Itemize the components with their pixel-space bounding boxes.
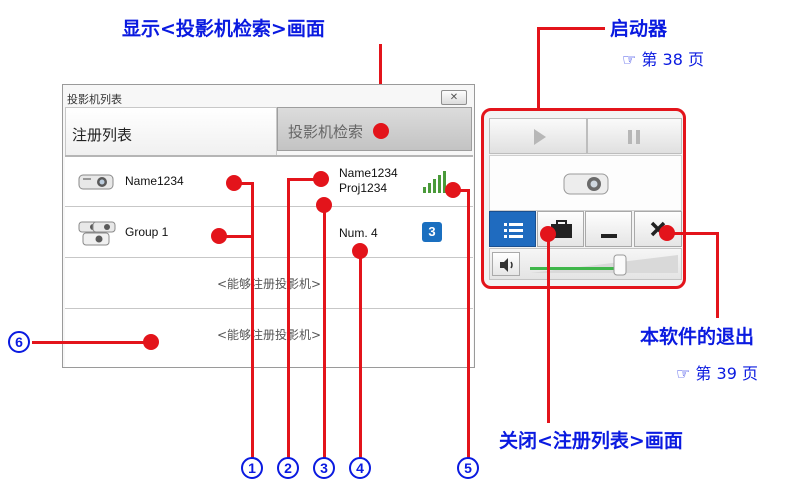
minimize-button[interactable] [585, 211, 632, 247]
play-icon [534, 129, 546, 145]
projector-id: Proj1234 [339, 181, 388, 195]
projector-icon [78, 174, 114, 190]
callout-4: 4 [349, 457, 371, 479]
callout-5: 5 [457, 457, 479, 479]
list-item-projector[interactable]: Name1234 Name1234 Proj1234 [65, 157, 473, 207]
callout-6-h [32, 341, 150, 344]
search-pointer-dot [373, 123, 389, 139]
projector-list-window: 投影机列表 ✕ 注册列表 投影机检索 Name1234 Name1234 Pro… [62, 84, 475, 368]
launcher-panel [481, 108, 686, 289]
exit-page-ref: ☞ 第 39 页 [676, 364, 758, 383]
minimize-icon [601, 234, 617, 238]
callout-2-v [287, 178, 290, 458]
callout-6-dot [143, 334, 159, 350]
list-icon [504, 223, 523, 238]
show-search-annotation: 显示<投影机检索>画面 [122, 18, 325, 40]
empty-slot[interactable]: <能够注册投影机> [65, 259, 473, 309]
close-list-annotation: 关闭<注册列表>画面 [499, 430, 683, 452]
exit-button[interactable] [634, 211, 682, 247]
close-list-button[interactable] [489, 211, 536, 247]
projector-name: Name1234 [125, 174, 184, 188]
launcher-projector-image [489, 155, 682, 211]
speaker-icon [500, 258, 513, 272]
callout-2: 2 [277, 457, 299, 479]
callout-1-v [251, 182, 254, 458]
callout-5-v [467, 189, 470, 458]
empty-slot[interactable]: <能够注册投影机> [65, 310, 473, 360]
exit-pointer-dot [659, 225, 675, 241]
launcher-pointer-v [537, 27, 540, 111]
exit-pointer-v [716, 232, 719, 318]
projector-list: Name1234 Name1234 Proj1234 Group 1 Num. … [65, 155, 473, 367]
callout-4-v [359, 251, 362, 458]
launcher-pointer-h [537, 27, 605, 30]
tab-registration-list[interactable]: 注册列表 [65, 107, 277, 155]
callout-2-h [287, 178, 317, 181]
list-item-group[interactable]: Group 1 Num. 4 3 [65, 208, 473, 258]
speaker-button[interactable] [492, 252, 520, 276]
pause-button[interactable] [587, 118, 682, 154]
callout-6: 6 [8, 331, 30, 353]
window-title: 投影机列表 [67, 93, 122, 106]
callout-1: 1 [241, 457, 263, 479]
play-button[interactable] [489, 118, 587, 154]
volume-bar[interactable] [489, 248, 682, 280]
projector-icon [563, 173, 609, 195]
launcher-page-ref: ☞ 第 38 页 [622, 50, 704, 69]
callout-1-h-b [219, 235, 254, 238]
launcher-annotation: 启动器 [610, 18, 668, 40]
callout-3-v [323, 205, 326, 458]
group-count-badge: 3 [422, 222, 442, 242]
group-count: Num. 4 [339, 226, 378, 240]
projector-group-icon [78, 221, 116, 246]
window-close-button[interactable]: ✕ [441, 90, 467, 105]
projector-display-name: Name1234 [339, 166, 398, 180]
pause-icon [628, 130, 640, 144]
volume-slider[interactable] [530, 253, 678, 277]
close-list-pointer-dot [540, 226, 556, 242]
callout-3: 3 [313, 457, 335, 479]
exit-annotation: 本软件的退出 [640, 326, 755, 348]
close-list-pointer [547, 233, 550, 423]
group-name: Group 1 [125, 225, 169, 239]
